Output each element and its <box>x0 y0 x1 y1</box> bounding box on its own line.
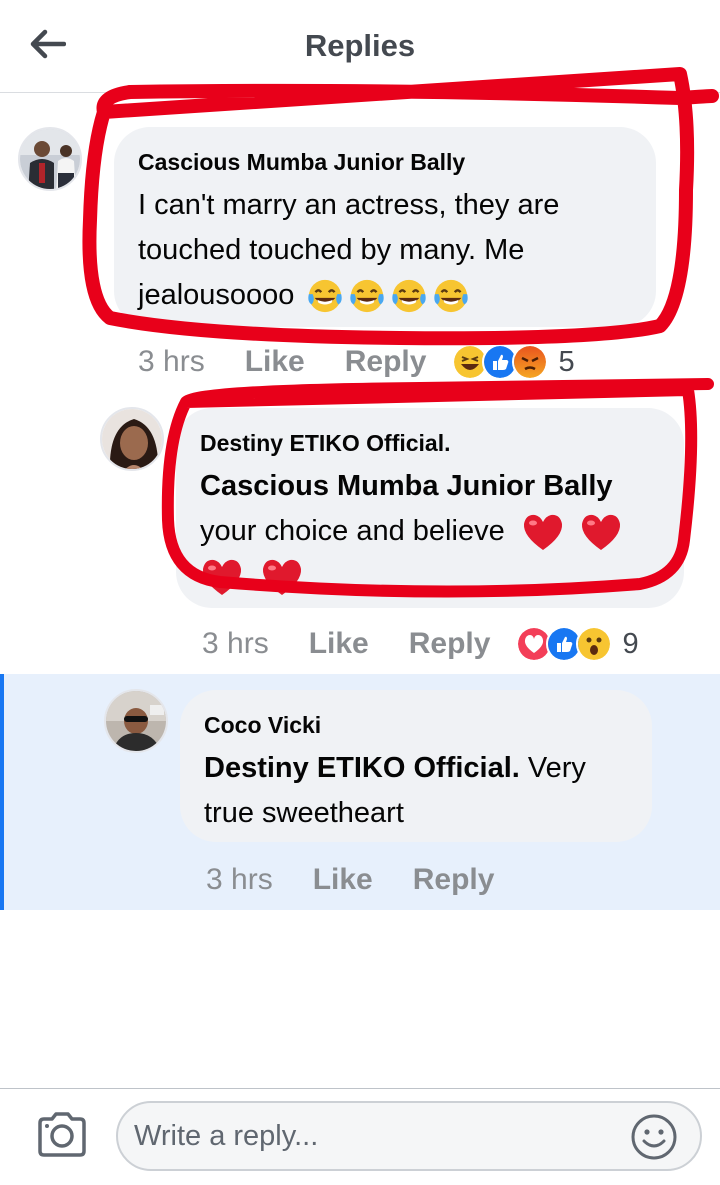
red-heart-emoji-icon <box>523 515 562 551</box>
camera-button[interactable] <box>36 1111 88 1159</box>
comment-line-text: your choice and believe <box>200 515 505 547</box>
tears-of-joy-emoji-icon <box>434 280 469 313</box>
comment-actions: 3 hrs Like Reply 9 <box>202 622 639 666</box>
comment-bubble: Cascious Mumba Junior Bally I can't marr… <box>114 127 656 327</box>
comment-line: I can't marry an actress, they are <box>138 189 560 221</box>
red-heart-emoji-icon <box>581 515 620 551</box>
mention-link[interactable]: Destiny ETIKO Official. <box>204 752 520 784</box>
red-heart-emoji-icon <box>202 560 242 596</box>
like-button[interactable]: Like <box>313 863 373 897</box>
page-title: Replies <box>304 28 416 63</box>
camera-icon <box>38 1112 86 1157</box>
reply-button[interactable]: Reply <box>413 863 495 897</box>
red-heart-emoji-icon <box>263 560 302 596</box>
reaction-summary[interactable] <box>516 626 613 662</box>
angry-reaction-icon <box>512 344 549 380</box>
comment-time[interactable]: 3 hrs <box>206 863 273 897</box>
reaction-summary[interactable] <box>452 344 549 380</box>
comment-time[interactable]: 3 hrs <box>202 627 269 661</box>
top-bar: Replies <box>0 0 720 93</box>
comment-line: your choice and believe <box>200 509 660 554</box>
comment-bubble: Destiny ETIKO Official. Cascious Mumba J… <box>176 408 684 608</box>
comment-actions: 3 hrs Like Reply 5 <box>138 340 575 384</box>
profile-photo <box>20 129 80 189</box>
avatar[interactable] <box>104 689 168 753</box>
comment-line: jealousoooo <box>138 273 632 318</box>
comment-text: I can't marry an actress, they are touch… <box>138 183 632 318</box>
emoji-row <box>294 279 470 313</box>
reaction-count: 9 <box>622 627 639 660</box>
wow-reaction-icon <box>576 626 613 662</box>
comment-actions: 3 hrs Like Reply <box>206 858 534 902</box>
comment-text: Cascious Mumba Junior Bally your choice … <box>200 464 660 599</box>
comment-bubble: Coco Vicki Destiny ETIKO Official. Very … <box>180 690 652 842</box>
comment-line-text: Very <box>527 752 586 784</box>
comment-author[interactable]: Coco Vicki <box>204 710 628 740</box>
comment-line: Destiny ETIKO Official. Very <box>204 746 628 791</box>
comment-line-text: jealousoooo <box>138 279 295 311</box>
tears-of-joy-emoji-icon <box>350 280 385 313</box>
mention-link[interactable]: Cascious Mumba Junior Bally <box>200 464 660 509</box>
reply-input[interactable] <box>116 1101 702 1171</box>
avatar[interactable] <box>18 127 82 191</box>
tears-of-joy-emoji-icon <box>392 280 427 313</box>
comment-time[interactable]: 3 hrs <box>138 345 205 379</box>
profile-photo <box>102 409 162 469</box>
comment-line: true sweetheart <box>204 797 404 829</box>
comment-line <box>200 554 660 599</box>
reaction-count: 5 <box>558 345 575 378</box>
comment-line: touched touched by many. Me <box>138 234 525 266</box>
comment-author[interactable]: Destiny ETIKO Official. <box>200 428 660 458</box>
like-button[interactable]: Like <box>245 345 305 379</box>
emoji-button[interactable] <box>630 1113 678 1161</box>
reply-composer <box>0 1088 720 1185</box>
tears-of-joy-emoji-icon <box>308 280 343 313</box>
reply-button[interactable]: Reply <box>345 345 427 379</box>
smiley-icon <box>631 1114 677 1160</box>
like-button[interactable]: Like <box>309 627 369 661</box>
comment-text: Destiny ETIKO Official. Very true sweeth… <box>204 746 628 836</box>
reply-button[interactable]: Reply <box>409 627 491 661</box>
avatar[interactable] <box>100 407 164 471</box>
comment-author[interactable]: Cascious Mumba Junior Bally <box>138 147 632 177</box>
